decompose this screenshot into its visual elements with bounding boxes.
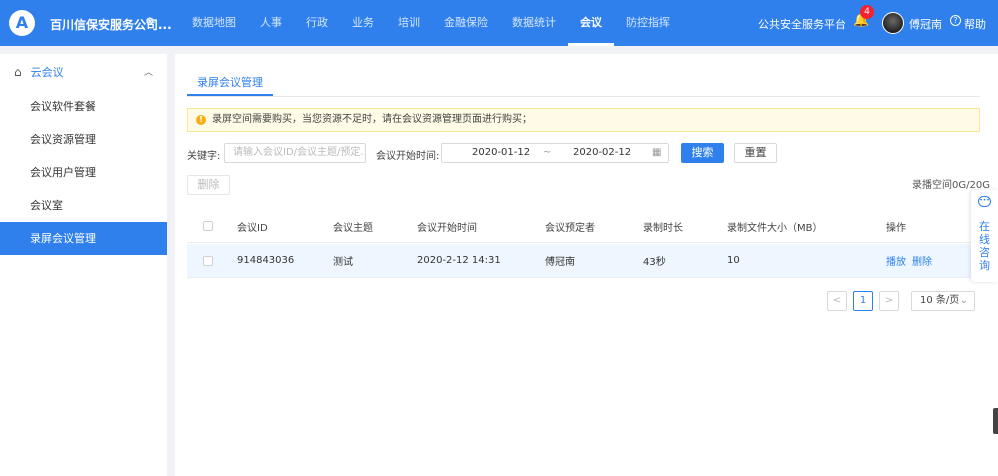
page-size-value: 10 条/页 [920,295,960,306]
side-scroll-handle[interactable] [993,408,998,434]
notification-badge: 4 [860,5,874,19]
cell-topic: 测试 [333,257,353,268]
help-link[interactable]: 帮助 [964,16,986,32]
search-button[interactable]: 搜索 [681,143,724,163]
username[interactable]: 傅冠南 [909,16,942,32]
nav-item-admin[interactable]: 行政 [294,0,340,46]
calendar-icon[interactable]: ▦ [652,144,661,162]
select-all-checkbox[interactable] [203,221,213,231]
chevron-up-icon[interactable]: ︿ [144,65,153,78]
info-alert: ! 录屏空间需要购买，当您资源不足时，请在会议资源管理页面进行购买； [187,108,980,132]
help-icon[interactable]: ? [950,15,961,26]
reset-button[interactable]: 重置 [734,143,777,163]
cell-meeting-id: 914843036 [237,255,295,266]
chat-icon: ••• [978,196,991,207]
online-consult-text: 在线咨询 [979,220,990,272]
warning-icon: ! [196,115,206,125]
table-header: 会议ID 会议主题 会议开始时间 会议预定者 录制时长 录制文件大小（MB） 操… [187,210,980,243]
keyword-label: 关键字: [187,151,221,162]
col-booker: 会议预定者 [545,222,595,234]
date-range-picker[interactable]: 2020-01-12 ~ 2020-02-12 ▦ [441,143,669,163]
delete-link[interactable]: 删除 [912,253,932,268]
sidebar-item-user-management[interactable]: 会议用户管理 [0,156,167,189]
nav-item-data-map[interactable]: 数据地图 [180,0,248,46]
play-link[interactable]: 播放 [886,253,906,268]
nav-item-finance-insurance[interactable]: 金融保险 [432,0,500,46]
logo[interactable]: A [9,10,35,36]
top-bar: A 百川信保安服务公司... ⚙ 数据地图 人事 行政 业务 培训 金融保险 数… [0,0,998,46]
row-checkbox[interactable] [203,255,213,266]
avatar[interactable] [882,12,904,34]
sidebar: ⌂ 云会议 ︿ 会议软件套餐 会议资源管理 会议用户管理 会议室 录屏会议管理 [0,54,167,476]
sidebar-group-label: 云会议 [30,66,64,79]
alert-text: 录屏空间需要购买，当您资源不足时，请在会议资源管理页面进行购买； [212,114,532,125]
delete-button[interactable]: 删除 [187,175,230,195]
platform-link[interactable]: 公共安全服务平台 [758,16,846,32]
date-end: 2020-02-12 [573,147,632,158]
storage-space-info: 录播空间0G/20G [912,180,990,191]
date-start: 2020-01-12 [472,147,531,158]
page-size-select[interactable]: 10 条/页 ⌄ [911,291,975,311]
sidebar-group-cloud-meeting[interactable]: ⌂ 云会议 ︿ [0,54,167,90]
main-content: 录屏会议管理 ! 录屏空间需要购买，当您资源不足时，请在会议资源管理页面进行购买… [175,54,998,476]
nav-item-meeting[interactable]: 会议 [568,0,614,46]
gear-icon[interactable]: ⚙ [145,15,155,28]
col-start-time: 会议开始时间 [417,222,477,234]
nav-item-training[interactable]: 培训 [386,0,432,46]
col-duration: 录制时长 [643,222,683,234]
cell-booker: 傅冠南 [545,257,575,268]
col-topic: 会议主题 [333,222,373,234]
keyword-input[interactable]: 请输入会议ID/会议主题/预定... [224,143,366,163]
cell-file-size: 10 [727,255,740,266]
cell-start-time: 2020-2-12 14:31 [417,255,501,266]
nav-item-business[interactable]: 业务 [340,0,386,46]
tab-recording-management[interactable]: 录屏会议管理 [187,74,273,96]
home-icon: ⌂ [14,65,22,79]
prev-page-button[interactable]: < [827,291,847,311]
date-separator: ~ [543,147,552,158]
table-row[interactable]: 914843036 测试 2020-2-12 14:31 傅冠南 43秒 10 … [187,244,980,278]
sidebar-item-resource-management[interactable]: 会议资源管理 [0,123,167,156]
nav-item-statistics[interactable]: 数据统计 [500,0,568,46]
nav-item-hr[interactable]: 人事 [248,0,294,46]
online-consult-widget[interactable]: ••• 在线咨询 [971,190,998,282]
sidebar-item-software-package[interactable]: 会议软件套餐 [0,90,167,123]
cell-duration: 43秒 [643,257,666,268]
sidebar-item-meeting-room[interactable]: 会议室 [0,189,167,222]
page-1-button[interactable]: 1 [853,291,873,311]
col-file-size: 录制文件大小（MB） [727,222,823,234]
nav-item-prevention-command[interactable]: 防控指挥 [614,0,682,46]
sidebar-item-recording-management[interactable]: 录屏会议管理 [0,222,167,255]
main-nav: 数据地图 人事 行政 业务 培训 金融保险 数据统计 会议 防控指挥 [180,0,682,46]
col-actions: 操作 [886,222,906,234]
date-label: 会议开始时间: [376,151,440,162]
tab-divider [187,96,980,97]
next-page-button[interactable]: > [879,291,899,311]
chevron-down-icon: ⌄ [959,295,968,306]
col-meeting-id: 会议ID [237,222,268,234]
